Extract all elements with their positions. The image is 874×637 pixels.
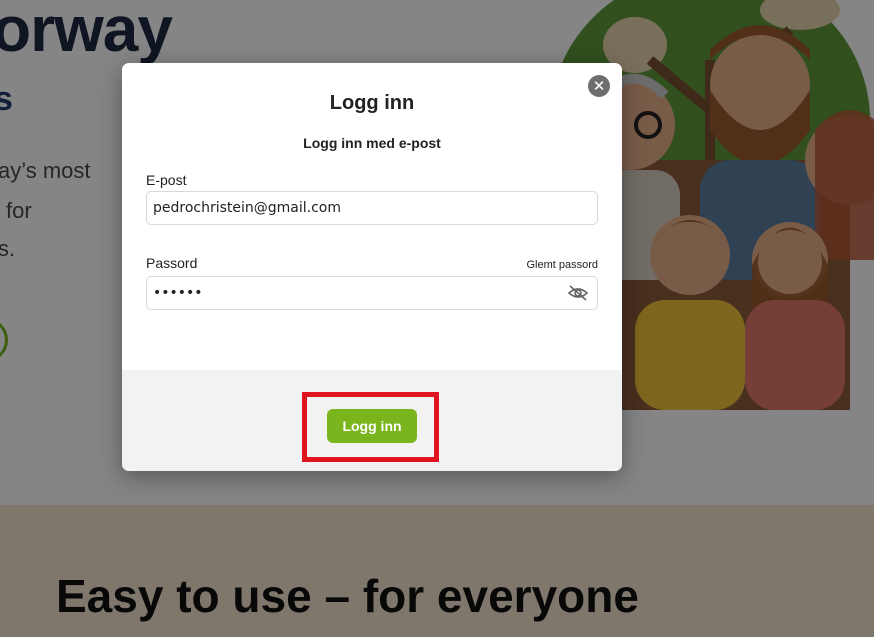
password-field[interactable]: [147, 277, 597, 309]
modal-footer: Logg inn: [122, 370, 622, 471]
eye-slash-icon[interactable]: [567, 284, 589, 302]
password-field-wrapper: [146, 276, 598, 310]
email-field-wrapper: [146, 191, 598, 225]
email-label: E-post: [146, 172, 187, 188]
modal-subtitle: Logg inn med e-post: [303, 135, 441, 151]
email-field[interactable]: [147, 192, 597, 224]
password-label: Passord: [146, 255, 198, 271]
login-submit-button[interactable]: Logg inn: [327, 409, 417, 443]
modal-title: Logg inn: [329, 92, 415, 114]
login-modal: ✕ Logg inn Logg inn med e-post E-post Pa…: [122, 63, 622, 471]
forgot-password-link[interactable]: Glemt passord: [526, 259, 598, 271]
